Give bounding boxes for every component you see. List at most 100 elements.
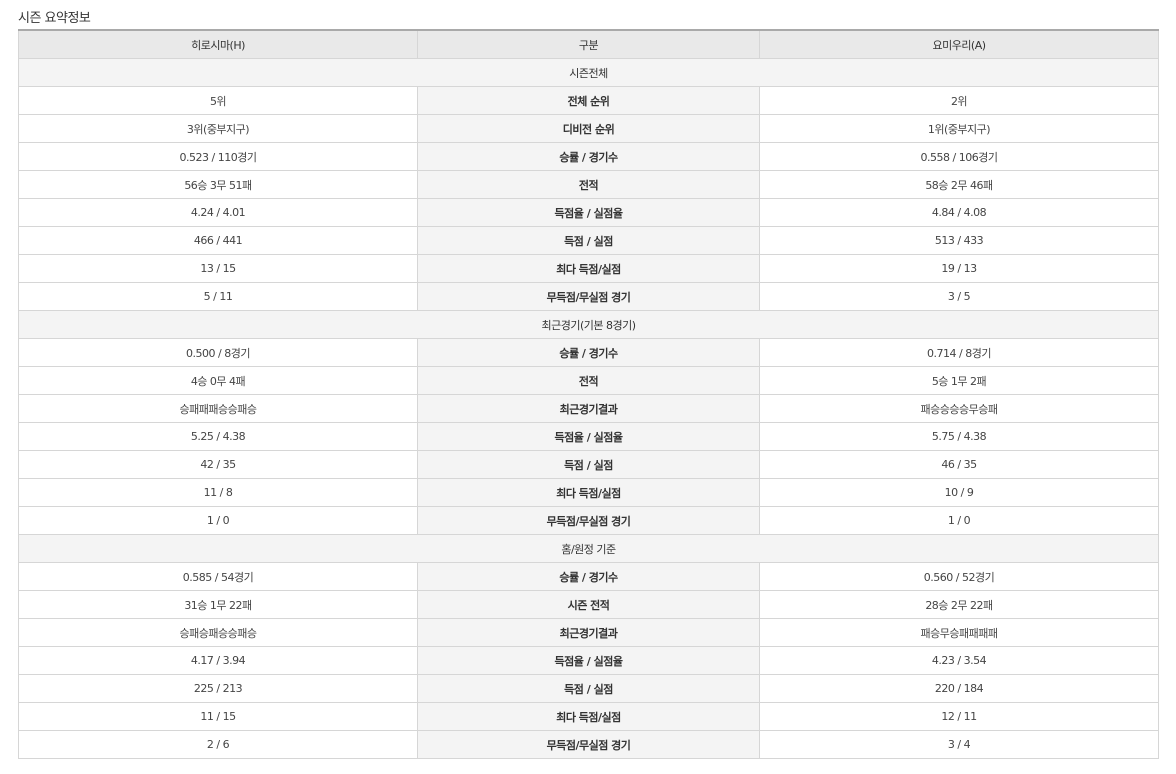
category-label-cell: 전적 bbox=[417, 366, 760, 395]
home-value-cell: 1 / 0 bbox=[18, 506, 418, 535]
section-title: 홈/원정 기준 bbox=[18, 534, 1159, 563]
away-value-cell: 0.560 / 52경기 bbox=[759, 562, 1159, 591]
header-away-team: 요미우리(A) bbox=[759, 29, 1159, 59]
table-row: 11 / 8 최다 득점/실점 10 / 9 bbox=[18, 478, 1159, 507]
home-value-cell: 4.17 / 3.94 bbox=[18, 646, 418, 675]
category-label-cell: 승률 / 경기수 bbox=[417, 562, 760, 591]
home-value-cell: 56승 3무 51패 bbox=[18, 170, 418, 199]
home-value-cell: 225 / 213 bbox=[18, 674, 418, 703]
table-row: 0.523 / 110경기 승률 / 경기수 0.558 / 106경기 bbox=[18, 142, 1159, 171]
home-value-cell: 5.25 / 4.38 bbox=[18, 422, 418, 451]
table-row: 1 / 0 무득점/무실점 경기 1 / 0 bbox=[18, 506, 1159, 535]
category-label-cell: 최근경기결과 bbox=[417, 618, 760, 647]
away-value-cell: 220 / 184 bbox=[759, 674, 1159, 703]
season-summary-table: 히로시마(H) 구분 요미우리(A) 시즌전체 5위 전체 순위 2위 3위(중부지구)… bbox=[18, 29, 1159, 759]
header-home-team: 히로시마(H) bbox=[18, 29, 418, 59]
category-label-cell: 무득점/무실점 경기 bbox=[417, 730, 760, 759]
table-body: 시즌전체 5위 전체 순위 2위 3위(중부지구) 디비전 순위 1위(중부지구) 0.523… bbox=[18, 58, 1159, 759]
away-value-cell: 3 / 4 bbox=[759, 730, 1159, 759]
category-label-cell: 득점 / 실점 bbox=[417, 226, 760, 255]
table-row: 5 / 11 무득점/무실점 경기 3 / 5 bbox=[18, 282, 1159, 311]
away-value-cell: 2위 bbox=[759, 86, 1159, 115]
away-value-cell: 10 / 9 bbox=[759, 478, 1159, 507]
home-value-cell: 5 / 11 bbox=[18, 282, 418, 311]
category-label-cell: 무득점/무실점 경기 bbox=[417, 506, 760, 535]
away-value-cell: 패승무승패패패패 bbox=[759, 618, 1159, 647]
table-row: 0.585 / 54경기 승률 / 경기수 0.560 / 52경기 bbox=[18, 562, 1159, 591]
away-value-cell: 1위(중부지구) bbox=[759, 114, 1159, 143]
home-value-cell: 승패승패승승패승 bbox=[18, 618, 418, 647]
table-row: 11 / 15 최다 득점/실점 12 / 11 bbox=[18, 702, 1159, 731]
home-value-cell: 0.523 / 110경기 bbox=[18, 142, 418, 171]
home-value-cell: 466 / 441 bbox=[18, 226, 418, 255]
away-value-cell: 패승승승승무승패 bbox=[759, 394, 1159, 423]
home-value-cell: 4승 0무 4패 bbox=[18, 366, 418, 395]
category-label-cell: 득점율 / 실점율 bbox=[417, 646, 760, 675]
table-header-row: 히로시마(H) 구분 요미우리(A) bbox=[18, 29, 1159, 59]
home-value-cell: 0.585 / 54경기 bbox=[18, 562, 418, 591]
home-value-cell: 4.24 / 4.01 bbox=[18, 198, 418, 227]
away-value-cell: 46 / 35 bbox=[759, 450, 1159, 479]
category-label-cell: 승률 / 경기수 bbox=[417, 338, 760, 367]
away-value-cell: 513 / 433 bbox=[759, 226, 1159, 255]
away-value-cell: 58승 2무 46패 bbox=[759, 170, 1159, 199]
page-title: 시즌 요약정보 bbox=[18, 11, 91, 26]
away-value-cell: 1 / 0 bbox=[759, 506, 1159, 535]
home-value-cell: 11 / 8 bbox=[18, 478, 418, 507]
away-value-cell: 4.84 / 4.08 bbox=[759, 198, 1159, 227]
away-value-cell: 0.714 / 8경기 bbox=[759, 338, 1159, 367]
section-row: 홈/원정 기준 bbox=[18, 534, 1159, 563]
table-row: 225 / 213 득점 / 실점 220 / 184 bbox=[18, 674, 1159, 703]
category-label-cell: 최다 득점/실점 bbox=[417, 702, 760, 731]
home-value-cell: 5위 bbox=[18, 86, 418, 115]
away-value-cell: 0.558 / 106경기 bbox=[759, 142, 1159, 171]
category-label-cell: 디비전 순위 bbox=[417, 114, 760, 143]
category-label-cell: 최근경기결과 bbox=[417, 394, 760, 423]
table-row: 승패패패승승패승 최근경기결과 패승승승승무승패 bbox=[18, 394, 1159, 423]
category-label-cell: 전체 순위 bbox=[417, 86, 760, 115]
section-title: 시즌전체 bbox=[18, 58, 1159, 87]
category-label-cell: 시즌 전적 bbox=[417, 590, 760, 619]
home-value-cell: 31승 1무 22패 bbox=[18, 590, 418, 619]
table-row: 5위 전체 순위 2위 bbox=[18, 86, 1159, 115]
away-value-cell: 12 / 11 bbox=[759, 702, 1159, 731]
table-row: 4.17 / 3.94 득점율 / 실점율 4.23 / 3.54 bbox=[18, 646, 1159, 675]
header-category: 구분 bbox=[417, 29, 760, 59]
category-label-cell: 최다 득점/실점 bbox=[417, 478, 760, 507]
away-value-cell: 5.75 / 4.38 bbox=[759, 422, 1159, 451]
table-row: 4.24 / 4.01 득점율 / 실점율 4.84 / 4.08 bbox=[18, 198, 1159, 227]
category-label-cell: 득점율 / 실점율 bbox=[417, 198, 760, 227]
table-row: 3위(중부지구) 디비전 순위 1위(중부지구) bbox=[18, 114, 1159, 143]
section-row: 시즌전체 bbox=[18, 58, 1159, 87]
table-row: 31승 1무 22패 시즌 전적 28승 2무 22패 bbox=[18, 590, 1159, 619]
table-row: 56승 3무 51패 전적 58승 2무 46패 bbox=[18, 170, 1159, 199]
category-label-cell: 득점 / 실점 bbox=[417, 674, 760, 703]
away-value-cell: 19 / 13 bbox=[759, 254, 1159, 283]
table-row: 승패승패승승패승 최근경기결과 패승무승패패패패 bbox=[18, 618, 1159, 647]
category-label-cell: 전적 bbox=[417, 170, 760, 199]
table-row: 2 / 6 무득점/무실점 경기 3 / 4 bbox=[18, 730, 1159, 759]
away-value-cell: 5승 1무 2패 bbox=[759, 366, 1159, 395]
section-row: 최근경기(기본 8경기) bbox=[18, 310, 1159, 339]
away-value-cell: 3 / 5 bbox=[759, 282, 1159, 311]
table-row: 4승 0무 4패 전적 5승 1무 2패 bbox=[18, 366, 1159, 395]
category-label-cell: 최다 득점/실점 bbox=[417, 254, 760, 283]
home-value-cell: 승패패패승승패승 bbox=[18, 394, 418, 423]
section-title: 최근경기(기본 8경기) bbox=[18, 310, 1159, 339]
table-row: 5.25 / 4.38 득점율 / 실점율 5.75 / 4.38 bbox=[18, 422, 1159, 451]
away-value-cell: 4.23 / 3.54 bbox=[759, 646, 1159, 675]
category-label-cell: 승률 / 경기수 bbox=[417, 142, 760, 171]
home-value-cell: 13 / 15 bbox=[18, 254, 418, 283]
table-row: 13 / 15 최다 득점/실점 19 / 13 bbox=[18, 254, 1159, 283]
home-value-cell: 2 / 6 bbox=[18, 730, 418, 759]
home-value-cell: 0.500 / 8경기 bbox=[18, 338, 418, 367]
home-value-cell: 11 / 15 bbox=[18, 702, 418, 731]
category-label-cell: 득점율 / 실점율 bbox=[417, 422, 760, 451]
home-value-cell: 3위(중부지구) bbox=[18, 114, 418, 143]
category-label-cell: 무득점/무실점 경기 bbox=[417, 282, 760, 311]
away-value-cell: 28승 2무 22패 bbox=[759, 590, 1159, 619]
table-row: 0.500 / 8경기 승률 / 경기수 0.714 / 8경기 bbox=[18, 338, 1159, 367]
table-row: 466 / 441 득점 / 실점 513 / 433 bbox=[18, 226, 1159, 255]
table-row: 42 / 35 득점 / 실점 46 / 35 bbox=[18, 450, 1159, 479]
home-value-cell: 42 / 35 bbox=[18, 450, 418, 479]
